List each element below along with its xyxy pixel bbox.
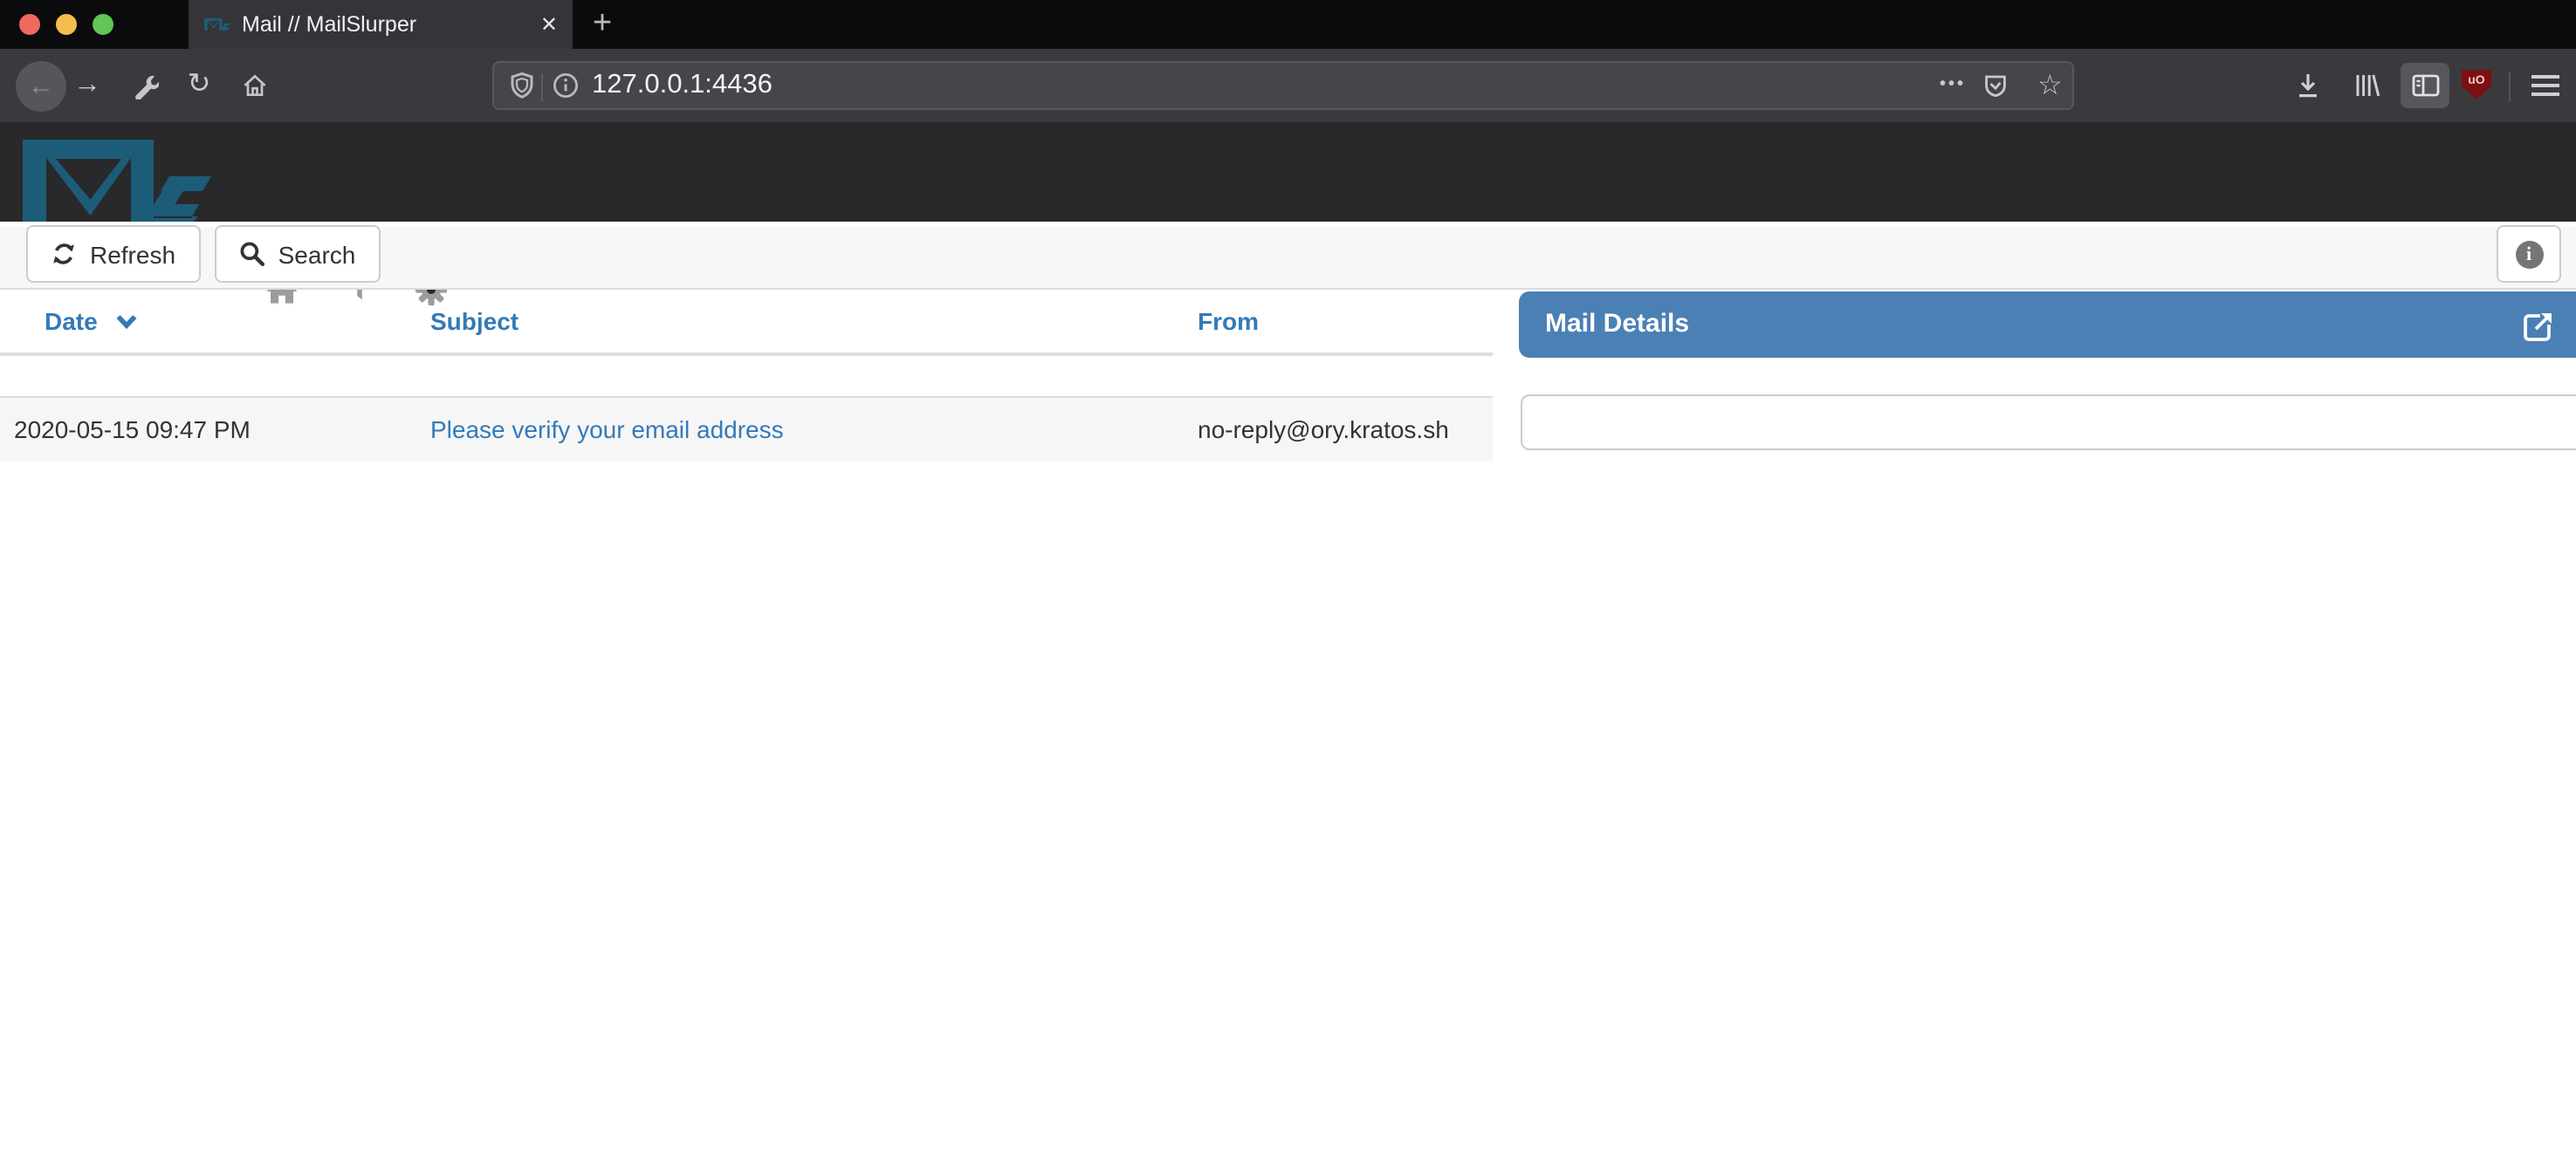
sidebar-icon [2410, 72, 2440, 99]
home-button-icon[interactable] [241, 72, 269, 99]
refresh-button[interactable]: Refresh [26, 225, 201, 283]
mail-row[interactable]: 2020-05-15 09:47 PM Please verify your e… [0, 398, 1493, 462]
date-header-label: Date [45, 305, 98, 339]
tracking-protection-shield-icon[interactable] [508, 72, 536, 99]
from-header-label: From [1198, 305, 1259, 339]
tab-title: Mail // MailSlurper [242, 12, 416, 37]
search-label: Search [278, 240, 356, 268]
reload-button[interactable]: ↻ [185, 49, 213, 122]
column-header-from[interactable]: From [1184, 290, 1493, 355]
window-zoom-button[interactable] [92, 14, 113, 35]
refresh-label: Refresh [90, 240, 175, 268]
toolbar-separator [2509, 71, 2511, 100]
bookmark-star-icon[interactable]: ☆ [2037, 63, 2063, 108]
info-button[interactable]: i [2497, 225, 2561, 283]
new-tab-button[interactable]: + [583, 0, 622, 49]
app-toolbar [0, 222, 2576, 290]
mail-subject-link[interactable]: Please verify your email address [430, 416, 784, 444]
column-header-date[interactable]: Date [0, 290, 416, 355]
mail-subject-cell: Please verify your email address [416, 398, 1184, 462]
back-button[interactable]: ← [16, 60, 66, 111]
sort-descending-icon [115, 314, 138, 330]
mail-details-header: Mail Details [1519, 291, 2576, 358]
mail-list-table: Date Subject From 2020-05-15 09:47 PM [0, 290, 1493, 462]
refresh-icon [52, 241, 78, 267]
pocket-icon[interactable] [1982, 72, 2009, 99]
site-info-icon[interactable] [552, 72, 580, 99]
window-minimize-button[interactable] [55, 14, 76, 35]
info-icon: i [2515, 240, 2543, 268]
mailslurper-logo [23, 140, 211, 230]
screen: Mail // MailSlurper ✕ + ← → ↻ 127.0.0.1:… [0, 0, 2576, 1157]
menu-icon[interactable] [2531, 75, 2559, 96]
mail-from-cell: no-reply@ory.kratos.sh [1184, 398, 1493, 462]
browser-tab-bar: Mail // MailSlurper ✕ + [0, 0, 2576, 49]
forward-button[interactable]: → [73, 49, 101, 122]
open-external-icon[interactable] [2519, 309, 2556, 346]
wrench-icon[interactable] [133, 72, 159, 99]
table-header-row: Date Subject From [0, 290, 1493, 355]
page-actions-icon[interactable]: ••• [1940, 63, 1966, 108]
mail-details-title: Mail Details [1545, 291, 1689, 358]
url-bar[interactable]: 127.0.0.1:4436 ••• ☆ [492, 61, 2074, 110]
column-header-subject[interactable]: Subject [416, 290, 1184, 355]
library-icon[interactable] [2353, 72, 2381, 99]
mail-details-body [1521, 394, 2576, 450]
window-close-button[interactable] [19, 14, 40, 35]
url-text[interactable]: 127.0.0.1:4436 [592, 63, 773, 108]
subject-header-label: Subject [430, 305, 519, 339]
search-button[interactable]: Search [215, 225, 381, 283]
sidebar-toggle-button[interactable] [2401, 63, 2449, 108]
urlbar-divider [541, 73, 543, 101]
tab-close-icon[interactable]: ✕ [540, 0, 558, 49]
mailslurper-header [0, 122, 2576, 222]
browser-tab[interactable]: Mail // MailSlurper ✕ [188, 0, 572, 49]
downloads-icon[interactable] [2294, 72, 2322, 99]
empty-spacer-row [0, 355, 1493, 398]
mail-date-cell: 2020-05-15 09:47 PM [0, 398, 416, 462]
search-icon [240, 241, 266, 267]
mailslurper-favicon [203, 17, 230, 31]
